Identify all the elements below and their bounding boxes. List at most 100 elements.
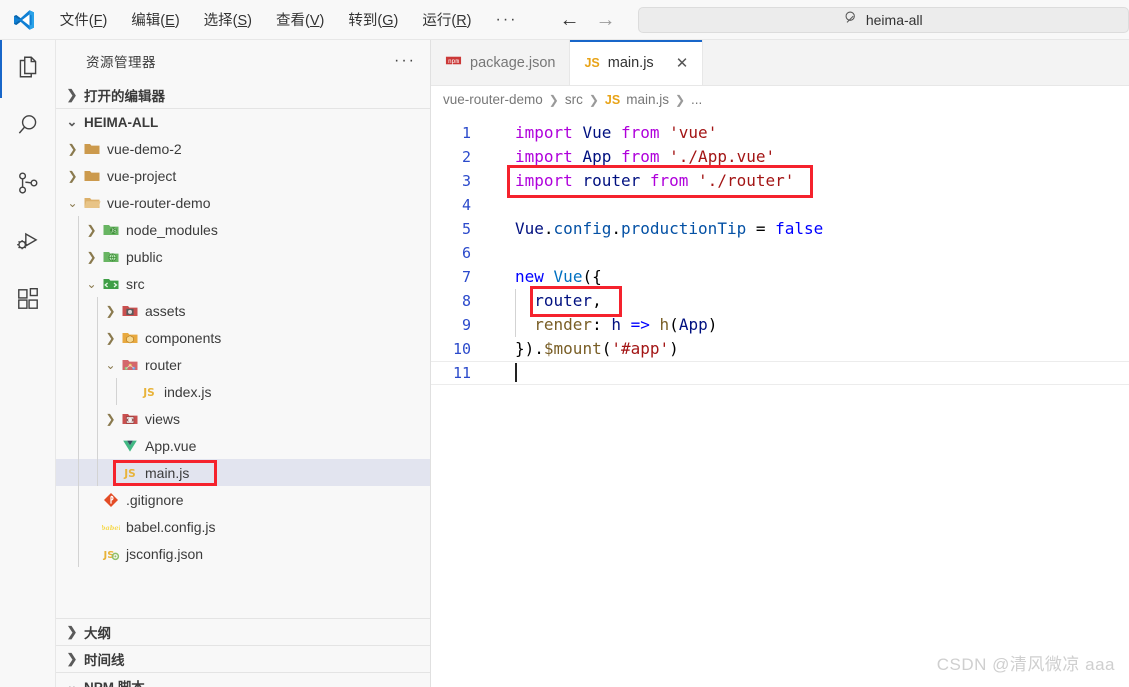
code-line-1[interactable]: 1 import Vue from 'vue': [431, 121, 1129, 145]
menu-bar: 文件(F) 编辑(E) 选择(S) 查看(V) 转到(G) 运行(R) ···: [48, 6, 530, 33]
section-outline[interactable]: ❯ 大纲: [56, 618, 430, 645]
indent-guide: [97, 405, 98, 432]
editor-tab-bar: npm package.json JS main.js ✕: [431, 40, 1129, 86]
code-line-10[interactable]: 10 }).$mount('#app'): [431, 337, 1129, 361]
code-line-11[interactable]: 11: [431, 361, 1129, 385]
tree-row[interactable]: ⌄ router: [56, 351, 430, 378]
tree-row[interactable]: ❯ vue-demo-2: [56, 135, 430, 162]
code-line-7[interactable]: 7 new Vue({: [431, 265, 1129, 289]
menu-selection[interactable]: 选择(S): [192, 6, 264, 33]
menu-overflow-icon[interactable]: ···: [484, 11, 530, 29]
sidebar-more-actions-icon[interactable]: ···: [394, 52, 416, 70]
menu-view[interactable]: 查看(V): [264, 6, 336, 33]
code-line-8[interactable]: 8 router,: [431, 289, 1129, 313]
folder-open-icon: [81, 194, 103, 212]
js-file-icon: JS: [119, 464, 141, 482]
menu-run[interactable]: 运行(R): [410, 6, 483, 33]
tree-row[interactable]: JS index.js: [56, 378, 430, 405]
line-number: 10: [452, 340, 471, 358]
js-file-icon: JS: [138, 383, 160, 401]
chevron-down-icon[interactable]: ⌄: [64, 196, 81, 210]
activity-item-search[interactable]: [0, 98, 56, 156]
menu-file-label: 文件: [59, 13, 89, 29]
tree-row[interactable]: ❯ public: [56, 243, 430, 270]
code-line-5[interactable]: 5 Vue.config.productionTip = false: [431, 217, 1129, 241]
code-line-6[interactable]: 6: [431, 241, 1129, 265]
title-bar: 文件(F) 编辑(E) 选择(S) 查看(V) 转到(G) 运行(R) ··· …: [0, 0, 1129, 40]
tree-row[interactable]: App.vue: [56, 432, 430, 459]
section-open-editors[interactable]: ❯ 打开的编辑器: [56, 81, 430, 108]
tree-row[interactable]: ❯ JS node_modules: [56, 216, 430, 243]
menu-selection-label: 选择: [203, 13, 233, 29]
search-input-value: heima-all: [865, 11, 923, 28]
tree-row-label: node_modules: [126, 221, 218, 238]
tree-row[interactable]: babel babel.config.js: [56, 513, 430, 540]
code-line-1-text: import Vue from 'vue': [515, 123, 718, 142]
tree-row[interactable]: JS jsconfig.json: [56, 540, 430, 567]
arrow-right-icon[interactable]: →: [596, 10, 616, 30]
arrow-left-icon[interactable]: ←: [560, 10, 580, 30]
indent-guide: [78, 459, 79, 486]
chevron-down-icon[interactable]: ⌄: [102, 358, 119, 372]
tree-row[interactable]: ❯ assets: [56, 297, 430, 324]
section-workspace[interactable]: ⌄ HEIMA-ALL: [56, 108, 430, 135]
breadcrumb-item-project[interactable]: vue-router-demo: [443, 92, 543, 107]
search-input[interactable]: heima-all: [637, 6, 1129, 33]
close-icon[interactable]: ✕: [676, 54, 689, 72]
chevron-right-icon[interactable]: ❯: [102, 331, 119, 345]
indent-guide: [97, 324, 98, 351]
svg-text:babel: babel: [102, 524, 120, 532]
code-line-7-text: new Vue({: [515, 267, 602, 286]
line-number: 11: [452, 364, 471, 382]
tree-row[interactable]: ❯ vue-project: [56, 162, 430, 189]
menu-view-label: 查看: [276, 13, 306, 29]
activity-item-explorer[interactable]: [0, 40, 56, 98]
chevron-right-icon[interactable]: ❯: [102, 304, 119, 318]
jsconfig-file-icon: JS: [100, 545, 122, 563]
tree-row[interactable]: ❯ views: [56, 405, 430, 432]
breadcrumb-item-src[interactable]: src: [565, 92, 583, 107]
menu-edit[interactable]: 编辑(E): [119, 6, 191, 33]
code-line-9[interactable]: 9 render: h => h(App): [431, 313, 1129, 337]
section-npm-scripts[interactable]: ⌄ NPM 脚本: [56, 672, 430, 687]
sidebar-title-bar: 资源管理器 ···: [56, 40, 430, 81]
line-number: 7: [461, 268, 471, 286]
navigation-arrows: ← →: [560, 10, 616, 30]
tree-row-label: index.js: [164, 383, 212, 400]
activity-item-extensions[interactable]: [0, 272, 56, 330]
chevron-right-icon[interactable]: ❯: [83, 223, 100, 237]
activity-item-run-and-debug[interactable]: [0, 214, 56, 272]
tab-package-json[interactable]: npm package.json: [431, 40, 571, 85]
chevron-right-icon[interactable]: ❯: [102, 412, 119, 426]
chevron-right-icon[interactable]: ❯: [64, 169, 81, 183]
chevron-right-icon[interactable]: ❯: [83, 250, 100, 264]
tree-row[interactable]: ⌄ vue-router-demo: [56, 189, 430, 216]
activity-item-source-control[interactable]: [0, 156, 56, 214]
tree-row[interactable]: ❯ components: [56, 324, 430, 351]
menu-selection-mnemonic: S: [237, 13, 248, 29]
code-line-3[interactable]: 3 import router from './router': [431, 169, 1129, 193]
indent-guide: [116, 378, 117, 405]
tab-main-js[interactable]: JS main.js ✕: [570, 40, 704, 85]
code-line-11-text: [483, 361, 517, 385]
vue-file-icon: [119, 437, 141, 455]
sidebar-main-js[interactable]: JS main.js: [56, 459, 430, 486]
tree-row-label: assets: [145, 302, 186, 319]
code-line-2-text: import App from './App.vue': [515, 147, 776, 166]
section-timeline[interactable]: ❯ 时间线: [56, 645, 430, 672]
chevron-down-icon[interactable]: ⌄: [83, 277, 100, 291]
menu-file[interactable]: 文件(F): [48, 6, 120, 33]
tree-row[interactable]: .gitignore: [56, 486, 430, 513]
breadcrumb-item-file[interactable]: main.js: [626, 92, 669, 107]
tree-row[interactable]: ⌄ src: [56, 270, 430, 297]
code-line-4[interactable]: 4: [431, 193, 1129, 217]
code-line-9-text: render: h => h(App): [483, 313, 717, 337]
chevron-right-icon[interactable]: ❯: [64, 142, 81, 156]
vscode-logo-icon: [0, 8, 48, 32]
breadcrumb-item-symbol[interactable]: ...: [691, 92, 702, 107]
code-line-2[interactable]: 2 import App from './App.vue': [431, 145, 1129, 169]
line-number: 5: [461, 220, 471, 238]
menu-go-label: 转到: [348, 13, 378, 29]
menu-go[interactable]: 转到(G): [336, 6, 410, 33]
code-editor[interactable]: 1 import Vue from 'vue' 2 import App fro…: [431, 113, 1129, 385]
